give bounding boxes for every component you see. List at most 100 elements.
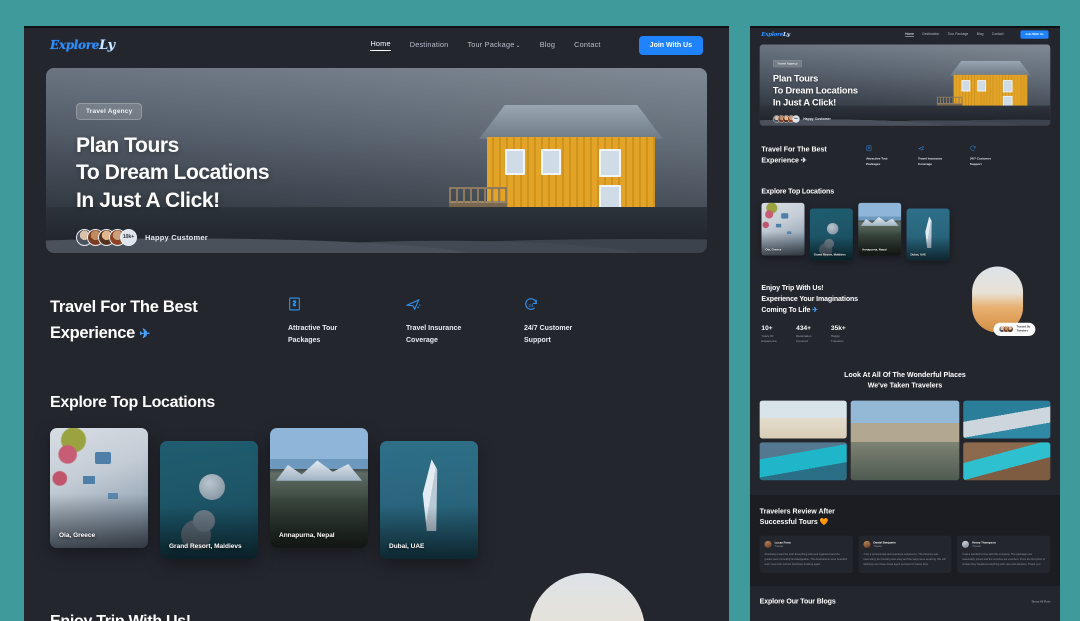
main-preview-panel: ExploreLy Home Destination Tour Package⌄… xyxy=(24,26,729,621)
stat-label-line-2: Covered xyxy=(796,339,811,344)
thumb-nav-link-tour-package[interactable]: Tour Package xyxy=(948,32,969,37)
location-card-maldives[interactable]: Grand Resort, Maldievs xyxy=(160,441,258,559)
thumb-happy-customer-group: 10k+ Happy Customer xyxy=(773,115,1037,122)
thumb-brand-tail: Ly xyxy=(783,31,790,38)
thumb-features-section: Travel For The Best Experience ✈ Attract… xyxy=(760,144,1051,167)
review-name: Daniel Benjamin xyxy=(873,541,895,544)
thumb-feature-item-customer-support: 24/7 Customer Support xyxy=(970,145,1003,167)
review-role: Traveler xyxy=(775,545,791,548)
location-card-dubai[interactable]: Dubai, UAE xyxy=(380,441,478,559)
locations-section-title: Explore Top Locations xyxy=(50,394,707,412)
stat-destinations-covered: 434+ Destination Covered xyxy=(796,324,811,344)
nav-link-destination[interactable]: Destination xyxy=(410,40,449,51)
thumb-feature-label-travel-insurance: Travel Insurance Coverage xyxy=(918,157,951,168)
location-overlay xyxy=(270,428,368,548)
feature-label-line-2: Packages xyxy=(866,162,899,167)
features-heading: Travel For The Best Experience ✈ xyxy=(50,295,260,346)
thumb-location-card-oia[interactable]: Oia, Greece xyxy=(761,203,804,256)
thumb-nav-link-contact[interactable]: Contact xyxy=(992,32,1004,37)
stat-value: 35k+ xyxy=(831,324,846,331)
feature-label-line-2: Support xyxy=(970,162,1003,167)
feature-label-line-1: 24/7 Customer xyxy=(524,323,598,335)
blog-title: Explore Our Tour Blogs xyxy=(760,598,836,606)
full-page-preview-panel[interactable]: ExploreLy Home Destination Tour Package … xyxy=(750,26,1060,621)
hero-badge: Travel Agency xyxy=(76,103,142,120)
happy-customer-label: Happy Customer xyxy=(145,233,208,242)
chip-avatar-stack xyxy=(999,326,1014,333)
enjoy-trip-section: Enjoy Trip With Us! Experience Your Imag… xyxy=(46,609,707,621)
feature-label-line-2: Support xyxy=(524,335,598,347)
stat-years-experience: 10+ Years Of Experience xyxy=(761,324,776,344)
desert-image xyxy=(529,573,645,621)
hero-banner: Travel Agency Plan Tours To Dream Locati… xyxy=(46,68,707,253)
website-page-main: ExploreLy Home Destination Tour Package⌄… xyxy=(24,26,729,621)
thumb-nav-link-destination[interactable]: Destination xyxy=(922,32,939,37)
thumb-location-card-maldives[interactable]: Grand Resort, Maldievs xyxy=(810,208,853,260)
gallery-image-road[interactable] xyxy=(851,401,960,481)
features-heading-line-1: Travel For The Best xyxy=(50,295,260,321)
thumb-location-card-dubai[interactable]: Dubai, UAE xyxy=(907,208,950,260)
thumb-feature-label-customer-support: 24/7 Customer Support xyxy=(970,157,1003,168)
thumb-location-card-annapurna[interactable]: Annapurna, Nepal xyxy=(858,203,901,256)
thumb-brand-logo[interactable]: ExploreLy xyxy=(761,31,789,38)
reviews-heading: Travelers Review After Successful Tours … xyxy=(760,507,1051,528)
gallery-image-desert[interactable] xyxy=(760,401,847,439)
gallery-image-canyon[interactable] xyxy=(963,442,1050,480)
stat-label: Years Of Experience xyxy=(761,334,776,344)
feature-item-travel-insurance: Travel Insurance Coverage xyxy=(406,297,480,348)
features-heading-line-2-text: Experience xyxy=(50,324,135,342)
stat-value: 434+ xyxy=(796,324,811,331)
blog-section: Explore Our Tour Blogs Show All Post xyxy=(750,586,1060,605)
location-card-annapurna[interactable]: Annapurna, Nepal xyxy=(270,428,368,548)
nav-link-tour-package-label: Tour Package xyxy=(467,40,514,49)
reviews-heading-line-1: Travelers Review After xyxy=(760,507,1051,518)
nav-link-home[interactable]: Home xyxy=(370,39,390,51)
review-header: Lucas Ferry Traveler xyxy=(765,541,848,548)
avatar xyxy=(962,541,969,548)
location-card-oia[interactable]: Oia, Greece xyxy=(50,428,148,548)
location-caption: Dubai, UAE xyxy=(910,253,926,256)
feature-label-line-2: Packages xyxy=(288,335,362,347)
thumb-enjoy-line-3-text: Coming To Life xyxy=(761,306,810,313)
thumb-happy-customer-label: Happy Customer xyxy=(803,117,831,121)
join-with-us-button[interactable]: Join With Us xyxy=(639,36,703,55)
avatar-stack: 10k+ xyxy=(76,229,137,246)
thumb-nav-links: Home Destination Tour Package Blog Conta… xyxy=(905,30,1048,38)
clock-24-icon xyxy=(970,145,1003,152)
thumb-navbar: ExploreLy Home Destination Tour Package … xyxy=(760,26,1051,43)
hero-title-line-2: To Dream Locations xyxy=(76,159,677,186)
brand-logo[interactable]: ExploreLy xyxy=(50,38,115,53)
gallery-image-coast[interactable] xyxy=(963,401,1050,439)
brand-logo-tail: Ly xyxy=(99,38,115,53)
stat-label-line-2: Travelers xyxy=(831,339,846,344)
thumb-hero-content: Travel Agency Plan Tours To Dream Locati… xyxy=(773,59,1037,123)
website-page-thumbnail: ExploreLy Home Destination Tour Package … xyxy=(750,26,1060,606)
location-caption: Dubai, UAE xyxy=(389,543,424,550)
thumb-hero-title-line-3: In Just A Click! xyxy=(773,97,1037,109)
review-body: Truly a professional and seamless experi… xyxy=(863,552,946,567)
thumb-nav-link-home[interactable]: Home xyxy=(905,32,914,37)
feature-label-line-2: Coverage xyxy=(918,162,951,167)
nav-link-contact[interactable]: Contact xyxy=(574,40,601,51)
review-card: Henry Thompson Traveler I had a wonderfu… xyxy=(957,536,1050,573)
blog-header: Explore Our Tour Blogs Show All Post xyxy=(760,598,1051,606)
nav-links: Home Destination Tour Package⌄ Blog Cont… xyxy=(370,36,703,55)
plane-insurance-icon xyxy=(406,297,480,313)
nav-link-tour-package[interactable]: Tour Package⌄ xyxy=(467,40,520,51)
thumb-brand-mark: Explore xyxy=(761,31,783,37)
hero-title-line-1: Plan Tours xyxy=(76,132,677,159)
gallery-image-lagoon[interactable] xyxy=(760,442,847,480)
show-all-post-link[interactable]: Show All Post xyxy=(1031,600,1050,603)
thumb-nav-link-blog[interactable]: Blog xyxy=(977,32,984,37)
locations-card-row: Oia, Greece Grand Resort, Maldievs Annap… xyxy=(46,428,707,559)
location-caption: Annapurna, Nepal xyxy=(862,248,886,251)
thumb-upper-page: ExploreLy Home Destination Tour Package … xyxy=(750,26,1060,344)
thumb-join-with-us-button[interactable]: Join With Us xyxy=(1020,30,1048,38)
nav-link-blog[interactable]: Blog xyxy=(540,40,555,51)
features-section: Travel For The Best Experience ✈ Attract… xyxy=(46,295,707,348)
features-heading-line-2: Experience ✈ xyxy=(50,321,260,347)
plane-insurance-icon xyxy=(918,145,951,152)
feature-label-tour-packages: Attractive Tour Packages xyxy=(288,323,362,348)
gallery-heading-line-2: We've Taken Travelers xyxy=(760,380,1051,391)
navbar: ExploreLy Home Destination Tour Package⌄… xyxy=(46,26,707,64)
